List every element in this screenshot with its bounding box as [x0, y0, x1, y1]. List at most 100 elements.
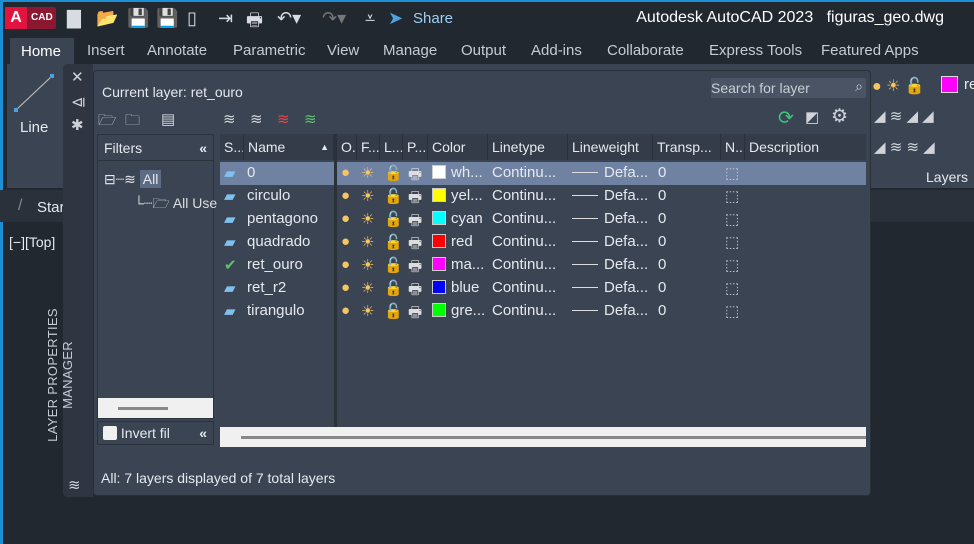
layer-name[interactable]: ret_r2 — [247, 279, 286, 296]
save-icon[interactable]: 💾 — [127, 8, 149, 29]
new-vp-freeze-icon[interactable]: ⬚ — [725, 302, 739, 320]
current-layer-dropdown[interactable]: re — [964, 76, 974, 93]
tab-parametric[interactable]: Parametric — [233, 42, 306, 59]
unlock-icon[interactable]: 🔓 — [384, 256, 403, 274]
col-name[interactable]: Name ▲ — [244, 134, 334, 160]
color-cell[interactable]: cyan — [432, 210, 483, 227]
unlock-icon[interactable]: 🔓 — [384, 210, 403, 228]
linetype[interactable]: Continu... — [492, 210, 556, 227]
filter-tree-all-used[interactable]: └┈🗁 All Use — [134, 193, 217, 217]
layer-override-icon[interactable]: ◩ — [805, 108, 819, 126]
lineweight[interactable]: Defa... — [572, 279, 648, 296]
layer-row[interactable]: ▰ 0 ● ☀ 🔓 🖶 wh... Continu... Defa... 0 ⬚ — [220, 162, 866, 185]
linetype[interactable]: Continu... — [492, 256, 556, 273]
viewport-controls[interactable]: [−][Top] — [9, 234, 55, 250]
tab-express-tools[interactable]: Express Tools — [709, 42, 802, 59]
col-transparency[interactable]: Transp... — [653, 134, 721, 160]
invert-filter-checkbox[interactable] — [103, 426, 117, 440]
col-status[interactable]: S... — [220, 134, 244, 160]
tab-home[interactable]: Home — [10, 38, 74, 64]
color-cell[interactable]: ma... — [432, 256, 484, 273]
bulb-on-icon[interactable]: ● — [341, 256, 350, 273]
transparency[interactable]: 0 — [658, 164, 666, 181]
scroll-thumb[interactable] — [241, 436, 866, 439]
line-button[interactable]: Line — [20, 119, 48, 136]
tab-output[interactable]: Output — [461, 42, 506, 59]
bulb-on-icon[interactable]: ● — [341, 302, 350, 319]
transparency[interactable]: 0 — [658, 187, 666, 204]
layer-row[interactable]: ▰ tirangulo ● ☀ 🔓 🖶 gre... Continu... De… — [220, 300, 866, 323]
sun-thaw-icon[interactable]: ☀ — [361, 256, 374, 274]
sun-thaw-icon[interactable]: ☀ — [361, 187, 374, 205]
col-new-vp-freeze[interactable]: N.. — [721, 134, 745, 160]
layer-name[interactable]: circulo — [247, 187, 290, 204]
share-icon[interactable]: ➤ — [388, 8, 403, 29]
unlock-icon[interactable]: 🔓 — [384, 164, 403, 182]
layer-row[interactable]: ✔ ret_ouro ● ☀ 🔓 🖶 ma... Continu... Defa… — [220, 254, 866, 277]
lineweight[interactable]: Defa... — [572, 302, 648, 319]
transparency[interactable]: 0 — [658, 279, 666, 296]
color-cell[interactable]: red — [432, 233, 473, 250]
scroll-thumb[interactable] — [118, 407, 168, 410]
new-icon[interactable]: ▇ — [67, 8, 81, 29]
layer-name[interactable]: pentagono — [247, 210, 318, 227]
open-icon[interactable]: 📂 — [96, 8, 118, 29]
new-layer-icon[interactable]: ≋ — [223, 110, 236, 128]
sun-thaw-icon[interactable]: ☀ — [361, 279, 374, 297]
linetype[interactable]: Continu... — [492, 279, 556, 296]
transparency[interactable]: 0 — [658, 210, 666, 227]
transparency[interactable]: 0 — [658, 302, 666, 319]
layer-tools-icons-2[interactable]: ◢ ≋ ≋ ◢ — [874, 138, 935, 156]
customize-icon[interactable]: ⩡ — [365, 8, 375, 29]
autocad-logo[interactable]: A CAD — [5, 7, 56, 29]
tab-view[interactable]: View — [327, 42, 359, 59]
tab-addins[interactable]: Add-ins — [531, 42, 582, 59]
transparency[interactable]: 0 — [658, 256, 666, 273]
set-current-icon[interactable]: ≋ — [304, 110, 317, 128]
bulb-on-icon[interactable]: ● — [341, 187, 350, 204]
bulb-on-icon[interactable]: ● — [341, 164, 350, 181]
new-vp-freeze-icon[interactable]: ⬚ — [725, 233, 739, 251]
lineweight[interactable]: Defa... — [572, 256, 648, 273]
color-cell[interactable]: gre... — [432, 302, 485, 319]
new-vp-freeze-icon[interactable]: ⬚ — [725, 187, 739, 205]
linetype[interactable]: Continu... — [492, 187, 556, 204]
color-cell[interactable]: blue — [432, 279, 479, 296]
layer-name[interactable]: ret_ouro — [247, 256, 303, 273]
unlock-icon[interactable]: 🔓 — [384, 302, 403, 320]
file-tab-start[interactable]: Star — [37, 199, 65, 216]
sun-thaw-icon[interactable]: ☀ — [361, 164, 374, 182]
new-vp-freeze-icon[interactable]: ⬚ — [725, 279, 739, 297]
sun-thaw-icon[interactable]: ☀ — [361, 302, 374, 320]
lineweight[interactable]: Defa... — [572, 210, 648, 227]
printer-icon[interactable]: 🖶 — [408, 302, 422, 327]
close-icon[interactable]: ✕ — [71, 68, 84, 86]
save-web-icon[interactable]: ⇥ — [218, 8, 233, 29]
lineweight[interactable]: Defa... — [572, 233, 648, 250]
color-cell[interactable]: wh... — [432, 164, 483, 181]
refresh-icon[interactable]: ⟳ — [778, 107, 794, 130]
col-plot[interactable]: P... — [403, 134, 428, 160]
layer-name[interactable]: 0 — [247, 164, 255, 181]
col-color[interactable]: Color — [428, 134, 488, 160]
layer-list-scrollbar[interactable] — [220, 427, 866, 447]
transparency[interactable]: 0 — [658, 233, 666, 250]
share-button[interactable]: Share — [413, 10, 453, 27]
linetype[interactable]: Continu... — [492, 302, 556, 319]
tab-featured-apps[interactable]: Featured Apps — [821, 42, 919, 59]
undo-icon[interactable]: ↶▾ — [277, 8, 301, 29]
lineweight[interactable]: Defa... — [572, 164, 648, 181]
filter-all[interactable]: All — [139, 170, 162, 188]
sun-thaw-icon[interactable]: ☀ — [361, 233, 374, 251]
filter-all-used[interactable]: All Use — [173, 195, 217, 211]
new-vp-freeze-icon[interactable]: ⬚ — [725, 164, 739, 182]
search-layer-input[interactable]: Search for layer ⌕ — [711, 78, 866, 98]
new-layer-vp-frozen-icon[interactable]: ≋ — [250, 110, 263, 128]
col-linetype[interactable]: Linetype — [488, 134, 568, 160]
delete-layer-icon[interactable]: ≋ — [277, 110, 290, 128]
tab-manage[interactable]: Manage — [383, 42, 437, 59]
unlock-icon[interactable]: 🔓 — [384, 279, 403, 297]
settings-gear-icon[interactable]: ⚙ — [831, 105, 848, 128]
properties-gear-icon[interactable]: ✱ — [71, 116, 84, 134]
lineweight[interactable]: Defa... — [572, 187, 648, 204]
